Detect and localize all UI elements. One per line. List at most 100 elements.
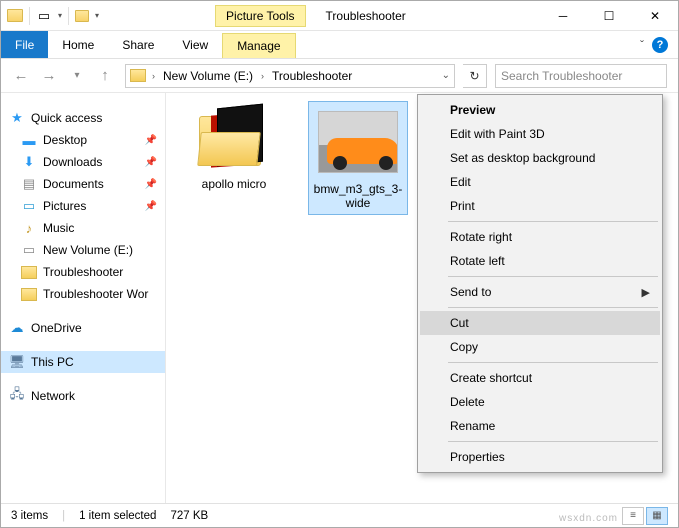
status-item-count: 3 items — [11, 510, 48, 522]
context-menu-item[interactable]: Cut — [420, 311, 660, 335]
context-menu-item[interactable]: Properties — [420, 445, 660, 469]
network-icon: 🖧 — [9, 388, 25, 404]
context-menu-item[interactable]: Rename — [420, 414, 660, 438]
address-dropdown-icon[interactable]: ⌄ — [442, 70, 450, 81]
location-icon — [130, 69, 146, 82]
tab-file[interactable]: File — [1, 31, 48, 58]
drive-icon: ▭ — [21, 242, 37, 258]
context-menu-item[interactable]: Rotate right — [420, 225, 660, 249]
back-button[interactable]: ← — [9, 64, 33, 88]
app-icon[interactable] — [7, 9, 23, 22]
separator — [29, 7, 30, 25]
quick-access-toolbar: ▭ ▾ ▾ — [1, 7, 105, 25]
status-size: 727 KB — [170, 510, 208, 522]
context-menu-separator — [448, 441, 658, 442]
folder-icon — [21, 288, 37, 301]
pc-icon: 🖥 — [9, 354, 25, 370]
close-button[interactable]: ✕ — [632, 1, 678, 31]
pin-icon: 📌 — [145, 157, 157, 168]
context-menu-separator — [448, 362, 658, 363]
ribbon-expand-icon[interactable]: ˇ — [640, 38, 644, 52]
pin-icon: 📌 — [145, 201, 157, 212]
context-menu-item[interactable]: Print — [420, 194, 660, 218]
search-placeholder: Search Troubleshooter — [501, 69, 622, 83]
tab-home[interactable]: Home — [48, 31, 108, 58]
pin-icon: 📌 — [145, 179, 157, 190]
star-icon: ★ — [9, 110, 25, 126]
context-menu-item[interactable]: Preview — [420, 98, 660, 122]
music-icon: ♪ — [21, 220, 37, 236]
file-label: apollo micro — [184, 177, 284, 191]
tab-manage[interactable]: Manage — [222, 33, 295, 58]
history-dropdown[interactable]: ▾ — [65, 64, 89, 88]
new-folder-qat-icon[interactable] — [75, 10, 89, 22]
up-button[interactable]: ↑ — [93, 64, 117, 88]
context-menu-separator — [448, 307, 658, 308]
breadcrumb-drive[interactable]: New Volume (E:) — [161, 69, 255, 83]
navigation-bar: ← → ▾ ↑ › New Volume (E:) › Troubleshoot… — [1, 59, 678, 93]
documents-icon: ▤ — [21, 176, 37, 192]
sidebar-onedrive[interactable]: ☁OneDrive — [1, 317, 165, 339]
ribbon-tabs: File Home Share View Manage ˇ ? — [1, 31, 678, 59]
address-bar[interactable]: › New Volume (E:) › Troubleshooter ⌄ — [125, 64, 455, 88]
sidebar-item-pictures[interactable]: ▭Pictures📌 — [1, 195, 165, 217]
breadcrumb-folder[interactable]: Troubleshooter — [270, 69, 354, 83]
context-menu-item[interactable]: Edit — [420, 170, 660, 194]
context-menu-separator — [448, 276, 658, 277]
sidebar-quick-access[interactable]: ★ Quick access — [1, 107, 165, 129]
sidebar-item-documents[interactable]: ▤Documents📌 — [1, 173, 165, 195]
qat-caret-icon[interactable]: ▾ — [58, 11, 62, 20]
icons-view-button[interactable]: ▦ — [646, 507, 668, 525]
sidebar-item-drive[interactable]: ▭New Volume (E:) — [1, 239, 165, 261]
help-icon[interactable]: ? — [652, 37, 668, 53]
refresh-button[interactable]: ↻ — [463, 64, 487, 88]
title-bar: ▭ ▾ ▾ Picture Tools Troubleshooter ─ ☐ ✕ — [1, 1, 678, 31]
window-title: Troubleshooter — [306, 9, 406, 23]
folder-thumbnail — [199, 108, 269, 166]
context-menu-item[interactable]: Send to▶ — [420, 280, 660, 304]
maximize-button[interactable]: ☐ — [586, 1, 632, 31]
sidebar-item-folder[interactable]: Troubleshooter Wor — [1, 283, 165, 305]
status-selected: 1 item selected — [79, 510, 156, 522]
tab-view[interactable]: View — [168, 31, 222, 58]
folder-icon — [21, 266, 37, 279]
image-thumbnail — [318, 111, 398, 173]
quick-access-label: Quick access — [31, 111, 102, 125]
chevron-right-icon[interactable]: › — [259, 71, 266, 81]
desktop-icon: ▬ — [21, 132, 37, 148]
file-item-image-selected[interactable]: bmw_m3_gts_3-wide — [308, 101, 408, 215]
onedrive-icon: ☁ — [9, 320, 25, 336]
context-menu-item[interactable]: Set as desktop background — [420, 146, 660, 170]
tab-share[interactable]: Share — [108, 31, 168, 58]
file-label: bmw_m3_gts_3-wide — [313, 182, 403, 210]
context-menu-item[interactable]: Edit with Paint 3D — [420, 122, 660, 146]
context-menu-separator — [448, 221, 658, 222]
watermark: wsxdn.com — [559, 513, 618, 524]
sidebar-network[interactable]: 🖧Network — [1, 385, 165, 407]
qat-dropdown-icon[interactable]: ▾ — [95, 11, 99, 20]
forward-button[interactable]: → — [37, 64, 61, 88]
sidebar-item-folder[interactable]: Troubleshooter — [1, 261, 165, 283]
contextual-tab-label: Picture Tools — [215, 5, 305, 27]
sidebar-item-desktop[interactable]: ▬Desktop📌 — [1, 129, 165, 151]
context-menu: PreviewEdit with Paint 3DSet as desktop … — [417, 94, 663, 473]
minimize-button[interactable]: ─ — [540, 1, 586, 31]
file-item-folder[interactable]: apollo micro — [184, 101, 284, 191]
downloads-icon: ⬇ — [21, 154, 37, 170]
context-menu-item[interactable]: Create shortcut — [420, 366, 660, 390]
pictures-icon: ▭ — [21, 198, 37, 214]
pin-icon: 📌 — [145, 135, 157, 146]
navigation-pane: ★ Quick access ▬Desktop📌 ⬇Downloads📌 ▤Do… — [1, 93, 166, 503]
context-menu-item[interactable]: Copy — [420, 335, 660, 359]
sidebar-item-music[interactable]: ♪Music — [1, 217, 165, 239]
details-view-button[interactable]: ≡ — [622, 507, 644, 525]
search-input[interactable]: Search Troubleshooter — [495, 64, 667, 88]
properties-qat-icon[interactable]: ▭ — [36, 8, 52, 24]
separator — [68, 7, 69, 25]
submenu-arrow-icon: ▶ — [642, 286, 650, 299]
sidebar-this-pc[interactable]: 🖥This PC — [1, 351, 165, 373]
chevron-right-icon[interactable]: › — [150, 71, 157, 81]
context-menu-item[interactable]: Rotate left — [420, 249, 660, 273]
context-menu-item[interactable]: Delete — [420, 390, 660, 414]
sidebar-item-downloads[interactable]: ⬇Downloads📌 — [1, 151, 165, 173]
